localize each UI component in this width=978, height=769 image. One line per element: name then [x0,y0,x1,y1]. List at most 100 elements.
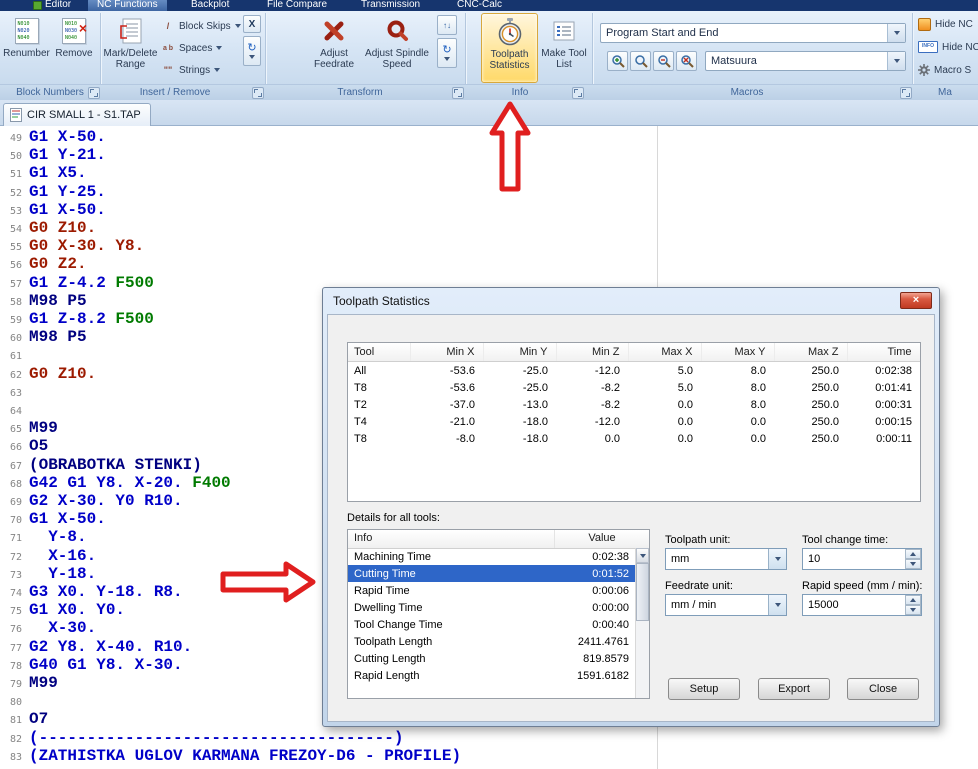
assistant-icon [918,17,931,31]
stats-column-header: Tool [348,343,411,362]
stats-cell: T2 [354,398,367,411]
details-row[interactable]: Dwelling Time 0:00:00 [348,599,635,616]
code-line: 73 Y-18. [2,565,96,583]
stats-cell: -53.6 [449,364,475,377]
dialog-title: Toolpath Statistics [333,294,430,308]
ribbon-tab-backplot[interactable]: Backplot [182,0,238,11]
code-text: Y-8. [29,528,86,546]
scroll-down-button[interactable] [636,548,649,563]
ribbon-tab-cnc-calc[interactable]: CNC-Calc [448,0,511,11]
dialog-launcher-icon[interactable] [572,87,584,99]
details-row[interactable]: Tool Change Time 0:00:40 [348,616,635,633]
spin-up-button[interactable] [905,549,921,559]
stats-cell: -8.0 [456,432,475,445]
hide-nc-button-2[interactable]: INFO Hide NC [918,37,978,57]
line-number: 54 [9,224,22,235]
dialog-launcher-icon[interactable] [452,87,464,99]
code-text: X-30. [29,619,96,637]
details-row[interactable]: Cutting Length 819.8579 [348,650,635,667]
spinner-buttons[interactable] [905,549,921,569]
cimco-edit-window: Editor NC Functions Backplot File Compare Tr… [0,0,978,769]
code-segment: G40 G1 Y8. X-30. [29,655,183,674]
macro-select-value: Program Start and End [606,27,719,39]
reapply-split-button[interactable]: ↻ [243,36,261,66]
dialog-close-button[interactable]: × [900,292,932,309]
ribbon-tab-file-compare[interactable]: File Compare [258,0,336,11]
spinner-buttons[interactable] [905,595,921,615]
code-text: G2 Y8. X-40. R10. [29,638,192,656]
details-row[interactable]: Machining Time 0:02:38 [348,548,635,565]
code-text: G0 Z10. [29,365,96,383]
code-line: 64 [2,401,29,419]
macro-setup-button[interactable]: Macro S [918,60,971,80]
gear-icon [918,64,930,76]
nc-file-icon [10,108,22,122]
macro-find-button-3[interactable] [653,51,674,71]
adjust-spindle-speed-button[interactable]: Adjust Spindle Speed [365,13,429,83]
strings-menu[interactable]: "" Strings [161,60,241,80]
combo-arrow-button[interactable] [887,52,905,70]
make-tool-list-button[interactable]: Make Tool List [540,13,588,83]
stats-cell: 5.0 [677,381,693,394]
code-text: G1 X-50. [29,510,106,528]
spin-down-button[interactable] [905,605,921,615]
ribbon-tab-editor[interactable]: Editor [24,0,80,11]
dialog-launcher-icon[interactable] [900,87,912,99]
spaces-menu[interactable]: a b Spaces [161,38,241,58]
group-label-macros: Macros [730,87,764,98]
details-scrollbar[interactable] [635,548,649,698]
group-label-right: Ma [938,87,952,98]
feedrate-unit-combo[interactable]: mm / min [665,594,787,616]
tool-change-time-input[interactable]: 10 [802,548,922,570]
scrollbar-thumb[interactable] [636,563,649,621]
mark-delete-range-button[interactable]: Mark/Delete Range [104,13,157,83]
stats-row: T8 -53.6 -25.0 -8.2 5.0 8.0 250.0 0:01:41 [348,379,920,396]
transform-reapply-button[interactable]: ↻ [437,38,457,68]
hide-nc-button-1[interactable]: Hide NC [918,14,973,34]
feed-updown-button[interactable]: ↑↓ [437,15,457,35]
ribbon-tab-nc-functions[interactable]: NC Functions [88,0,167,11]
macro-find-button-4[interactable] [676,51,697,71]
adjust-feedrate-button[interactable]: Adjust Feedrate [305,13,363,83]
document-tab[interactable]: CIR SMALL 1 - S1.TAP [3,103,151,126]
details-value: 0:00:06 [592,584,629,597]
chevron-down-icon [249,55,255,59]
macro-select-combo[interactable]: Program Start and End [600,23,906,43]
remove-block-numbers-button[interactable]: N010 N030 N040 × Remove [51,13,97,83]
rapid-speed-input[interactable]: 15000 [802,594,922,616]
toolpath-statistics-button[interactable]: Toolpath Statistics [481,13,538,83]
code-segment: F500 [115,273,154,292]
spin-up-button[interactable] [905,595,921,605]
combo-arrow-button[interactable] [887,24,905,42]
close-button[interactable]: Close [847,678,919,700]
adjust-feedrate-icon [322,16,346,46]
delete-x-button[interactable]: X [243,15,261,33]
code-segment: (-------------------------------------) [29,728,404,747]
combo-arrow-button[interactable] [768,595,786,615]
macro-find-button-1[interactable] [607,51,628,71]
details-row[interactable]: Toolpath Length 2411.4761 [348,633,635,650]
chevron-down-icon [893,31,900,35]
export-button[interactable]: Export [758,678,830,700]
combo-arrow-button[interactable] [768,549,786,569]
details-row[interactable]: Rapid Length 1591.6182 [348,667,635,684]
code-text: Y-18. [29,565,96,583]
toolpath-unit-combo[interactable]: mm [665,548,787,570]
details-row[interactable]: Cutting Time 0:01:52 [348,565,635,582]
dialog-launcher-icon[interactable] [252,87,264,99]
setup-button[interactable]: Setup [668,678,740,700]
dialog-launcher-icon[interactable] [88,87,100,99]
renumber-button[interactable]: N010 N020 N040 Renumber [3,13,50,83]
details-info: Rapid Length [354,669,420,682]
machine-select-combo[interactable]: Matsuura [705,51,906,71]
ribbon-tab-transmission[interactable]: Transmission [352,0,429,11]
code-text: G1 Z-8.2 F500 [29,310,154,328]
block-skips-menu[interactable]: / Block Skips [161,16,241,36]
stats-cell: 8.0 [750,381,766,394]
spin-down-button[interactable] [905,559,921,569]
group-separator [912,13,914,93]
details-value: 2411.4761 [577,635,629,648]
stats-cell: 0:02:38 [875,364,912,377]
macro-find-button-2[interactable] [630,51,651,71]
details-row[interactable]: Rapid Time 0:00:06 [348,582,635,599]
